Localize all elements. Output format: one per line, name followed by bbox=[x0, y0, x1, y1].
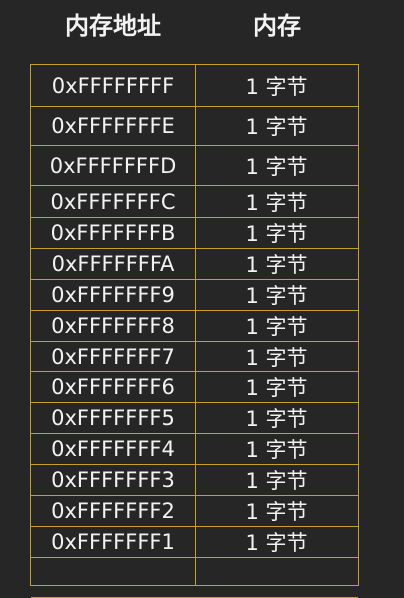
column-header-address: 内存地址 bbox=[65, 12, 161, 40]
table-row: 0xFFFFFFF6 1 字节 bbox=[31, 372, 358, 403]
address-cell bbox=[31, 558, 195, 597]
table-row: 0xFFFFFFFB 1 字节 bbox=[31, 218, 358, 249]
memory-size-cell: 1 字节 bbox=[245, 469, 308, 493]
address-cell: 0xFFFFFFF9 bbox=[51, 283, 175, 307]
memory-size-cell: 1 字节 bbox=[245, 531, 308, 555]
address-cell: 0xFFFFFFF5 bbox=[51, 406, 175, 430]
memory-size-cell: 1 字节 bbox=[245, 345, 308, 370]
address-cell: 0xFFFFFFF3 bbox=[51, 468, 175, 492]
address-cell: 0xFFFFFFFD bbox=[49, 153, 177, 178]
address-cell: 0xFFFFFFF7 bbox=[51, 344, 175, 369]
memory-table: 0xFFFFFFFF 1 字节 0xFFFFFFFE 1 字节 0xFFFFFFFD 1 … bbox=[30, 64, 359, 598]
address-cell: 0xFFFFFFF1 bbox=[51, 530, 175, 554]
memory-size-cell: 1 字节 bbox=[245, 74, 308, 99]
memory-size-cell: 1 字节 bbox=[245, 438, 308, 462]
table-row: 0xFFFFFFFE 1 字节 bbox=[31, 107, 358, 146]
address-cell: 0xFFFFFFFE bbox=[51, 114, 175, 138]
memory-size-cell: 1 字节 bbox=[245, 115, 308, 139]
table-row: 0xFFFFFFF9 1 字节 bbox=[31, 280, 358, 311]
memory-size-cell: 1 字节 bbox=[245, 284, 308, 308]
memory-size-cell: 1 字节 bbox=[245, 253, 308, 277]
table-row bbox=[31, 558, 358, 598]
address-cell: 0xFFFFFFF4 bbox=[51, 437, 175, 461]
address-cell: 0xFFFFFFFB bbox=[50, 221, 176, 245]
memory-size-cell: 1 字节 bbox=[245, 222, 308, 246]
table-row: 0xFFFFFFFA 1 字节 bbox=[31, 249, 358, 280]
memory-size-cell: 1 字节 bbox=[245, 190, 308, 215]
table-row: 0xFFFFFFF2 1 字节 bbox=[31, 496, 358, 527]
address-cell: 0xFFFFFFFF bbox=[51, 73, 175, 98]
memory-size-cell: 1 字节 bbox=[245, 315, 308, 339]
memory-size-cell: 1 字节 bbox=[245, 376, 308, 400]
table-row: 0xFFFFFFF1 1 字节 bbox=[31, 527, 358, 558]
address-cell: 0xFFFFFFF8 bbox=[51, 314, 175, 338]
address-cell: 0xFFFFFFF2 bbox=[51, 499, 175, 523]
table-row: 0xFFFFFFFD 1 字节 bbox=[31, 146, 358, 186]
table-row: 0xFFFFFFFF 1 字节 bbox=[31, 65, 358, 107]
memory-size-cell: 1 字节 bbox=[245, 407, 308, 431]
column-header-memory: 内存 bbox=[253, 12, 301, 40]
table-row: 0xFFFFFFF3 1 字节 bbox=[31, 465, 358, 496]
table-row: 0xFFFFFFF8 1 字节 bbox=[31, 311, 358, 342]
memory-size-cell: 1 字节 bbox=[245, 154, 308, 179]
address-cell: 0xFFFFFFF6 bbox=[51, 375, 175, 399]
table-row: 0xFFFFFFF5 1 字节 bbox=[31, 403, 358, 434]
memory-size-cell: 1 字节 bbox=[245, 500, 308, 524]
table-row: 0xFFFFFFFC 1 字节 bbox=[31, 186, 358, 218]
memory-size-cell bbox=[195, 558, 358, 597]
address-cell: 0xFFFFFFFA bbox=[51, 252, 175, 276]
address-cell: 0xFFFFFFFC bbox=[50, 189, 176, 214]
table-row: 0xFFFFFFF4 1 字节 bbox=[31, 434, 358, 465]
table-header: 内存地址 内存 bbox=[0, 6, 404, 46]
table-row: 0xFFFFFFF7 1 字节 bbox=[31, 342, 358, 372]
